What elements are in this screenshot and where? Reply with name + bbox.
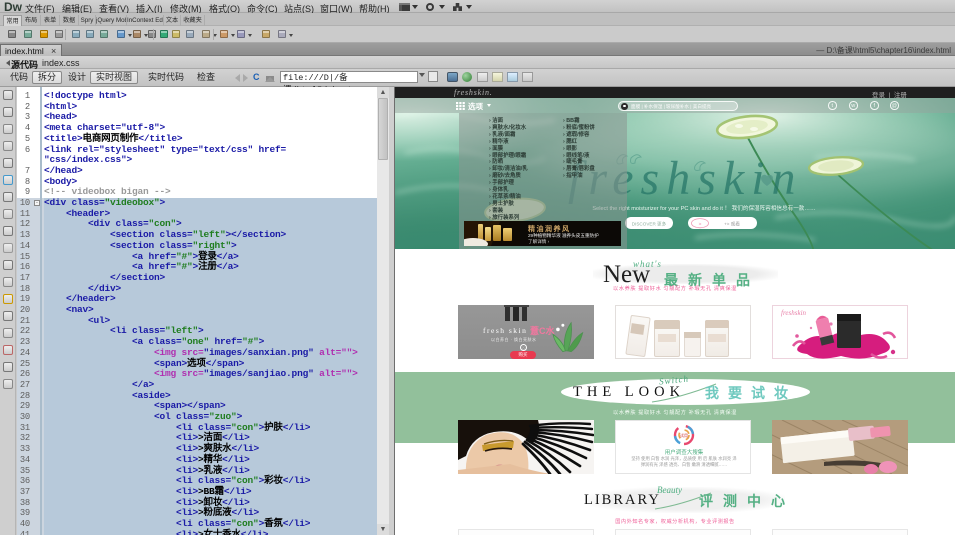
svg-text:+> 观看: +> 观看 <box>724 220 740 227</box>
svg-text:DISCOVER 更多: DISCOVER 更多 <box>632 221 667 228</box>
svg-text:>: > <box>699 221 702 227</box>
svg-text:试用: 试用 <box>680 432 688 438</box>
